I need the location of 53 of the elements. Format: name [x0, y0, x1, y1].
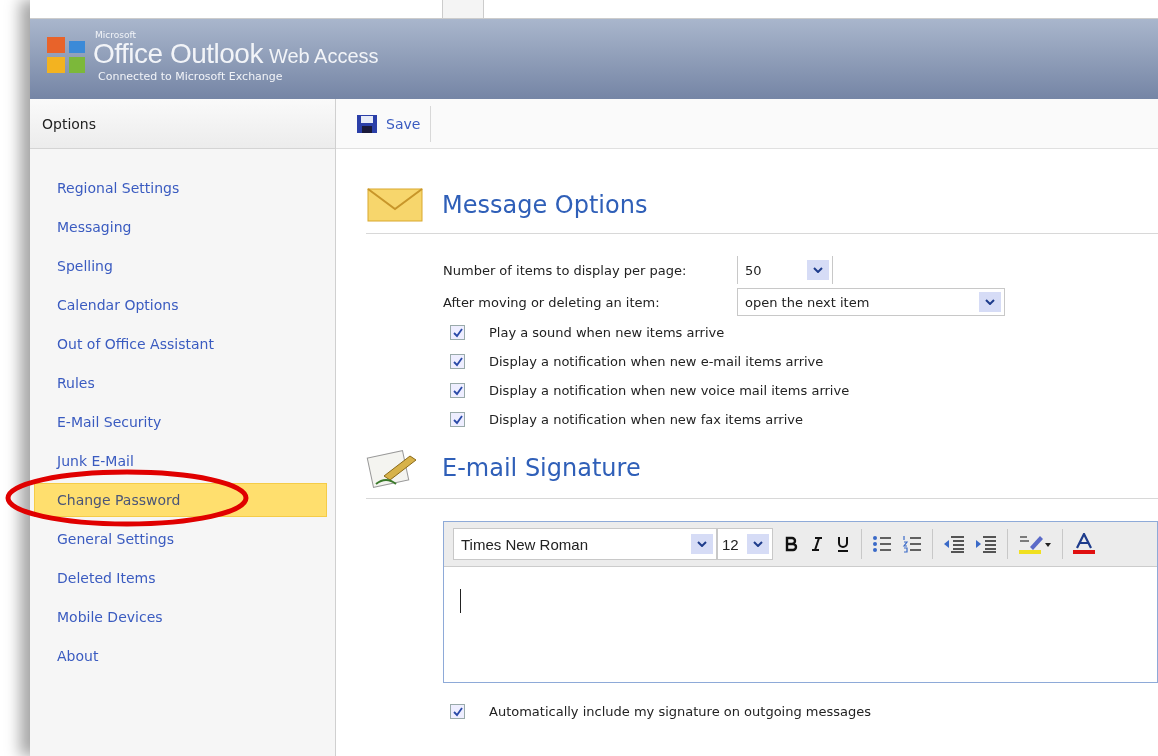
- text-cursor: [460, 589, 461, 613]
- chevron-down-icon: [807, 260, 829, 280]
- field-label: After moving or deleting an item:: [443, 294, 661, 310]
- checkbox[interactable]: [450, 325, 465, 340]
- increase-indent-icon[interactable]: [975, 535, 997, 553]
- bullet-list-icon[interactable]: [872, 535, 892, 553]
- checkbox[interactable]: [450, 412, 465, 427]
- checkbox[interactable]: [450, 383, 465, 398]
- sidebar-item[interactable]: Out of Office Assistant: [34, 327, 327, 361]
- signature-editor[interactable]: Times New Roman 12: [443, 521, 1158, 683]
- bold-icon[interactable]: [783, 536, 799, 552]
- sidebar-item[interactable]: About: [34, 639, 327, 673]
- font-dropdown[interactable]: Times New Roman: [453, 528, 717, 560]
- section-title: Message Options: [442, 191, 648, 219]
- sidebar-item[interactable]: General Settings: [34, 522, 327, 556]
- chevron-down-icon: [691, 534, 713, 554]
- field-label: Number of items to display per page:: [443, 262, 688, 278]
- sidebar-item[interactable]: Calendar Options: [34, 288, 327, 322]
- decrease-indent-icon[interactable]: [943, 535, 965, 553]
- font-size-dropdown[interactable]: 12: [717, 528, 773, 560]
- checkbox-label: Display a notification when new fax items arrive: [489, 412, 803, 427]
- sidebar-item[interactable]: Regional Settings: [34, 171, 327, 205]
- connection-subtitle: Connected to Microsoft Exchange: [98, 71, 284, 82]
- italic-icon[interactable]: [809, 536, 825, 552]
- chevron-down-icon: [979, 292, 1001, 312]
- sidebar-item[interactable]: Messaging: [34, 210, 327, 244]
- sidebar-item[interactable]: Mobile Devices: [34, 600, 327, 634]
- sidebar-item[interactable]: Deleted Items: [34, 561, 327, 595]
- sidebar-title: Options: [42, 115, 97, 132]
- section-title: E-mail Signature: [442, 454, 641, 482]
- highlight-icon[interactable]: [1018, 533, 1052, 555]
- brand-label: Microsoft: [95, 31, 137, 40]
- chevron-down-icon: [747, 534, 769, 554]
- checkbox[interactable]: [450, 704, 465, 719]
- sidebar-item[interactable]: Spelling: [34, 249, 327, 283]
- checkbox-label: Display a notification when new e-mail items arrive: [489, 354, 824, 369]
- font-color-icon[interactable]: [1073, 533, 1095, 555]
- numbered-list-icon[interactable]: [902, 535, 922, 553]
- sidebar-item[interactable]: Change Password: [34, 483, 327, 517]
- dropdown[interactable]: 50: [737, 256, 833, 284]
- underline-icon[interactable]: [835, 535, 851, 553]
- checkbox[interactable]: [450, 354, 465, 369]
- sidebar-item[interactable]: Rules: [34, 366, 327, 400]
- save-button[interactable]: Save: [342, 105, 432, 142]
- envelope-icon: [366, 185, 424, 225]
- sidebar-item[interactable]: Junk E-Mail: [34, 444, 327, 478]
- checkbox-label: Play a sound when new items arrive: [489, 325, 725, 340]
- checkbox-label: Display a notification when new voice mail items arrive: [489, 383, 850, 398]
- product-suffix: Web Access: [268, 46, 379, 66]
- checkbox-label: Automatically include my signature on outgoing messages: [489, 704, 872, 719]
- sidebar-item[interactable]: E-Mail Security: [34, 405, 327, 439]
- dropdown[interactable]: open the next item: [737, 288, 1005, 316]
- product-name: Office Outlook: [93, 40, 263, 68]
